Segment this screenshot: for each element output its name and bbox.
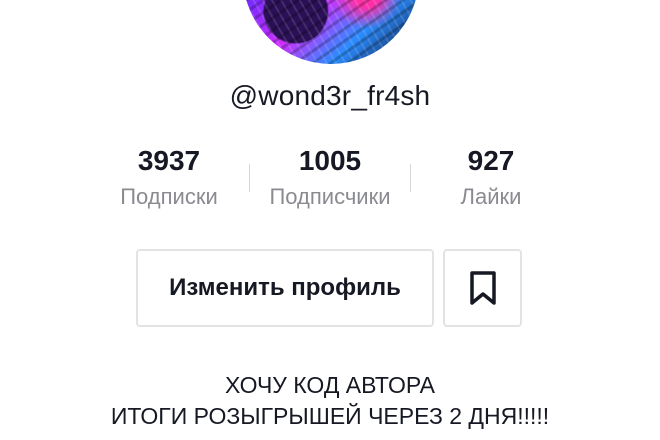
stat-following-value: 3937 <box>137 145 201 176</box>
stat-likes-label: Лайки <box>460 184 522 209</box>
bookmark-button[interactable] <box>443 249 522 327</box>
bookmark-icon <box>469 271 496 305</box>
stat-likes-value: 927 <box>467 145 515 176</box>
username: @wond3r_fr4sh <box>229 80 431 111</box>
stat-followers-label: Подписчики <box>269 184 391 209</box>
stats-row: 3937 Подписки 1005 Подписчики 927 Лайки <box>0 144 660 212</box>
stat-following[interactable]: 3937 Подписки <box>89 144 249 212</box>
bio-line: ИТОГИ РОЗЫГРЫШЕЙ ЧЕРЕЗ 2 ДНЯ!!!!! <box>110 403 550 429</box>
avatar[interactable] <box>243 0 419 64</box>
stat-following-label: Подписки <box>120 184 218 209</box>
bio: ХОЧУ КОД АВТОРА ИТОГИ РОЗЫГРЫШЕЙ ЧЕРЕЗ 2… <box>0 370 660 432</box>
stat-likes[interactable]: 927 Лайки <box>411 144 571 212</box>
stat-followers-value: 1005 <box>298 145 362 176</box>
edit-profile-button[interactable]: Изменить профиль <box>136 249 434 327</box>
profile-actions: Изменить профиль <box>136 249 522 327</box>
stat-followers[interactable]: 1005 Подписчики <box>250 144 410 212</box>
bio-line: ХОЧУ КОД АВТОРА <box>225 372 435 398</box>
